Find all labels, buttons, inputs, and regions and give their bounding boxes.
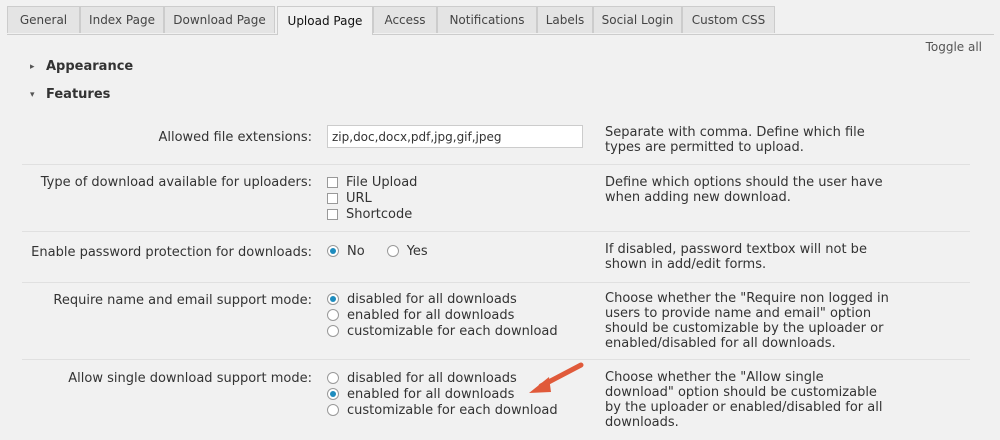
password-protection-desc: If disabled, password textbox will not b… xyxy=(605,242,867,272)
password-protection-label: Enable password protection for downloads… xyxy=(31,245,312,260)
option-label: disabled for all downloads xyxy=(347,370,517,386)
tab-index-page[interactable]: Index Page xyxy=(80,6,164,33)
password-protection-options: No Yes xyxy=(327,243,428,259)
row-download-type: Type of download available for uploaders… xyxy=(22,165,970,232)
radio-button[interactable] xyxy=(327,293,339,305)
require-name-email-label: Require name and email support mode: xyxy=(53,293,312,308)
allowed-extensions-desc: Separate with comma. Define which file t… xyxy=(605,125,865,155)
tab-upload-page[interactable]: Upload Page xyxy=(277,6,373,35)
option-label: File Upload xyxy=(346,174,418,190)
checkbox[interactable] xyxy=(327,208,338,220)
single-download-desc: Choose whether the "Allow single downloa… xyxy=(605,370,883,430)
single-download-label: Allow single download support mode: xyxy=(68,371,312,386)
allowed-extensions-input[interactable] xyxy=(327,125,583,148)
allowed-extensions-label: Allowed file extensions: xyxy=(158,130,312,145)
chevron-down-icon: ▾ xyxy=(30,89,35,100)
checkbox[interactable] xyxy=(327,176,338,188)
radio-button[interactable] xyxy=(327,309,339,321)
section-features-label: Features xyxy=(46,87,111,102)
tab-download-page[interactable]: Download Page xyxy=(164,6,275,33)
row-password-protection: Enable password protection for downloads… xyxy=(22,232,970,283)
download-type-desc: Define which options should the user hav… xyxy=(605,175,883,205)
option-label: disabled for all downloads xyxy=(347,291,517,307)
section-features[interactable]: ▾ Features xyxy=(30,87,110,102)
row-allowed-extensions: Allowed file extensions: Separate with c… xyxy=(22,116,970,165)
option-label: Shortcode xyxy=(346,206,413,222)
require-name-email-desc: Choose whether the "Require non logged i… xyxy=(605,291,889,351)
row-single-download: Allow single download support mode: disa… xyxy=(22,360,970,440)
option-disabled-all[interactable]: disabled for all downloads xyxy=(327,291,558,307)
option-label: No xyxy=(347,243,365,259)
tab-notifications[interactable]: Notifications xyxy=(437,6,537,33)
option-label: URL xyxy=(346,190,372,206)
section-appearance[interactable]: ▸ Appearance xyxy=(30,59,133,74)
toggle-all-link[interactable]: Toggle all xyxy=(926,40,982,54)
row-require-name-email: Require name and email support mode: dis… xyxy=(22,283,970,360)
tab-labels[interactable]: Labels xyxy=(537,6,593,33)
download-type-options: File Upload URL Shortcode xyxy=(327,174,417,222)
checkbox[interactable] xyxy=(327,192,338,204)
tab-general[interactable]: General xyxy=(7,6,80,33)
chevron-right-icon: ▸ xyxy=(30,61,35,72)
option-shortcode[interactable]: Shortcode xyxy=(327,206,417,222)
allowed-extensions-control xyxy=(327,125,583,148)
tab-access[interactable]: Access xyxy=(373,6,437,33)
option-label: enabled for all downloads xyxy=(347,307,515,323)
option-file-upload[interactable]: File Upload xyxy=(327,174,417,190)
option-enabled-all[interactable]: enabled for all downloads xyxy=(327,307,558,323)
option-label: customizable for each download xyxy=(347,323,558,339)
option-customizable[interactable]: customizable for each download xyxy=(327,323,558,339)
option-customizable[interactable]: customizable for each download xyxy=(327,402,558,418)
option-url[interactable]: URL xyxy=(327,190,417,206)
option-label: enabled for all downloads xyxy=(347,386,515,402)
radio-button[interactable] xyxy=(386,245,399,257)
download-type-label: Type of download available for uploaders… xyxy=(40,175,312,190)
radio-button[interactable] xyxy=(327,404,339,416)
radio-button[interactable] xyxy=(327,325,339,337)
option-no[interactable]: No xyxy=(327,243,365,259)
section-appearance-label: Appearance xyxy=(46,59,134,74)
require-name-email-options: disabled for all downloads enabled for a… xyxy=(327,291,558,339)
annotation-arrow-icon xyxy=(529,362,584,393)
radio-button[interactable] xyxy=(327,372,339,384)
option-label: customizable for each download xyxy=(347,402,558,418)
tab-custom-css[interactable]: Custom CSS xyxy=(682,6,775,33)
option-label: Yes xyxy=(406,243,428,259)
tab-social-login[interactable]: Social Login xyxy=(593,6,682,33)
option-yes[interactable]: Yes xyxy=(386,243,428,259)
radio-button[interactable] xyxy=(327,388,339,400)
radio-button[interactable] xyxy=(327,245,339,257)
settings-tab-bar: General Index Page Download Page Upload … xyxy=(7,6,994,35)
